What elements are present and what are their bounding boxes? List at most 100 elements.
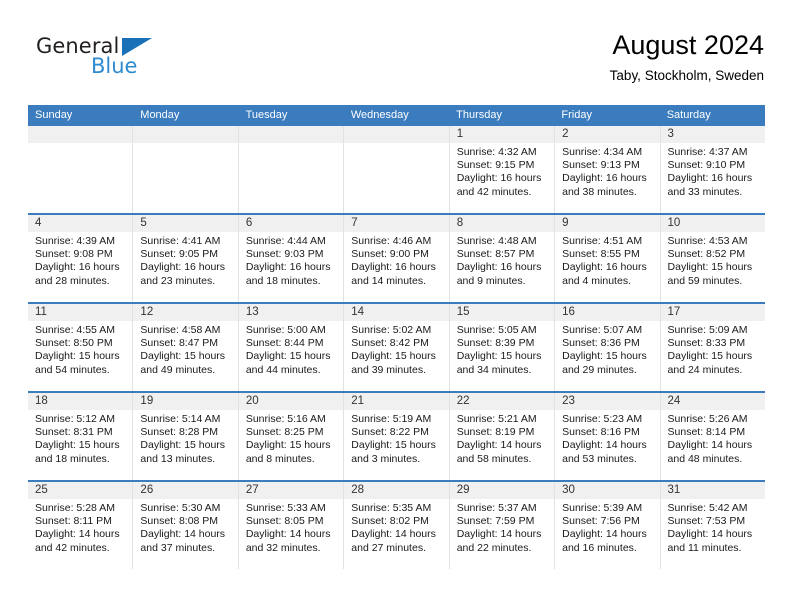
day-cell[interactable]: 27 Sunrise: 5:33 AM Sunset: 8:05 PM Dayl… (238, 482, 345, 569)
general-blue-logo[interactable]: General Blue (36, 34, 236, 92)
daylight-text-line1: Daylight: 14 hours (140, 528, 226, 541)
sunrise-text: Sunrise: 5:42 AM (667, 502, 748, 514)
day-number: 15 (449, 304, 555, 321)
daylight-text-line2: and 29 minutes. (562, 363, 637, 376)
daylight-text-line2: and 23 minutes. (140, 274, 216, 287)
day-cell[interactable]: 31 Sunrise: 5:42 AM Sunset: 7:53 PM Dayl… (660, 482, 765, 569)
day-cell[interactable]: 17 Sunrise: 5:09 AM Sunset: 8:33 PM Dayl… (660, 304, 765, 391)
day-cell[interactable]: 14 Sunrise: 5:02 AM Sunset: 8:42 PM Dayl… (344, 304, 450, 391)
day-number: 16 (555, 304, 660, 321)
daylight-text-line1: Daylight: 15 hours (351, 439, 436, 452)
day-cell[interactable]: 20 Sunrise: 5:16 AM Sunset: 8:25 PM Dayl… (238, 393, 345, 480)
daylight-text-line1: Daylight: 14 hours (351, 528, 436, 541)
day-cell[interactable]: 5 Sunrise: 4:41 AM Sunset: 9:05 PM Dayli… (133, 215, 239, 302)
day-cell[interactable]: 22 Sunrise: 5:21 AM Sunset: 8:19 PM Dayl… (449, 393, 556, 480)
day-cell[interactable]: 6 Sunrise: 4:44 AM Sunset: 9:03 PM Dayli… (238, 215, 345, 302)
day-cell[interactable]: 9 Sunrise: 4:51 AM Sunset: 8:55 PM Dayli… (555, 215, 661, 302)
sunset-text: Sunset: 8:55 PM (562, 248, 640, 261)
daylight-text-line1: Daylight: 15 hours (35, 439, 120, 452)
day-cell[interactable]: 19 Sunrise: 5:14 AM Sunset: 8:28 PM Dayl… (133, 393, 239, 480)
daylight-text-line2: and 48 minutes. (667, 452, 743, 465)
day-cell[interactable]: 15 Sunrise: 5:05 AM Sunset: 8:39 PM Dayl… (449, 304, 556, 391)
calendar-page: General Blue August 2024 Taby, Stockholm… (0, 0, 792, 612)
day-cell[interactable]: 24 Sunrise: 5:26 AM Sunset: 8:14 PM Dayl… (660, 393, 765, 480)
day-number: 20 (238, 393, 344, 410)
day-cell[interactable]: 2 Sunrise: 4:34 AM Sunset: 9:13 PM Dayli… (555, 126, 661, 213)
daylight-text-line2: and 18 minutes. (245, 274, 321, 287)
day-cell[interactable]: 29 Sunrise: 5:37 AM Sunset: 7:59 PM Dayl… (449, 482, 556, 569)
day-cell[interactable]: 4 Sunrise: 4:39 AM Sunset: 9:08 PM Dayli… (28, 215, 134, 302)
week-row: 1 Sunrise: 4:32 AM Sunset: 9:15 PM Dayli… (28, 126, 765, 213)
day-cell[interactable]: 26 Sunrise: 5:30 AM Sunset: 8:08 PM Dayl… (133, 482, 239, 569)
day-number: 25 (28, 482, 133, 499)
day-number: 6 (238, 215, 344, 232)
sunrise-text: Sunrise: 4:37 AM (667, 146, 748, 158)
sunrise-text: Sunrise: 5:19 AM (351, 413, 432, 425)
sunset-text: Sunset: 8:31 PM (35, 426, 113, 439)
sunset-text: Sunset: 7:59 PM (456, 515, 535, 528)
daylight-text-line2: and 11 minutes. (667, 541, 742, 554)
day-details: Sunrise: 5:35 AM Sunset: 8:02 PM Dayligh… (344, 499, 448, 555)
day-number: 21 (344, 393, 449, 410)
day-details: Sunrise: 4:37 AM Sunset: 9:10 PM Dayligh… (661, 143, 765, 199)
day-cell[interactable]: 21 Sunrise: 5:19 AM Sunset: 8:22 PM Dayl… (344, 393, 450, 480)
sunrise-text: Sunrise: 5:12 AM (35, 413, 115, 425)
sunrise-text: Sunrise: 4:55 AM (35, 324, 115, 336)
daylight-text-line1: Daylight: 15 hours (140, 350, 226, 363)
page-title: August 2024 (612, 30, 764, 60)
logo-text-blue: Blue (91, 54, 138, 78)
day-cell[interactable]: 8 Sunrise: 4:48 AM Sunset: 8:57 PM Dayli… (449, 215, 556, 302)
day-number: 24 (660, 393, 765, 410)
daylight-text-line2: and 18 minutes. (35, 452, 110, 465)
day-cell[interactable]: 28 Sunrise: 5:35 AM Sunset: 8:02 PM Dayl… (344, 482, 450, 569)
week-row: 11 Sunrise: 4:55 AM Sunset: 8:50 PM Dayl… (28, 302, 765, 391)
daylight-text-line1: Daylight: 16 hours (245, 261, 331, 274)
daylight-text-line2: and 13 minutes. (140, 452, 216, 465)
day-cell[interactable]: 7 Sunrise: 4:46 AM Sunset: 9:00 PM Dayli… (344, 215, 450, 302)
day-cell[interactable]: 18 Sunrise: 5:12 AM Sunset: 8:31 PM Dayl… (28, 393, 134, 480)
day-cell[interactable]: 25 Sunrise: 5:28 AM Sunset: 8:11 PM Dayl… (28, 482, 134, 569)
daylight-text-line2: and 39 minutes. (351, 363, 426, 376)
daylight-text-line2: and 58 minutes. (456, 452, 532, 465)
sunset-text: Sunset: 9:00 PM (351, 248, 429, 261)
sunrise-text: Sunrise: 5:30 AM (140, 502, 221, 514)
daylight-text-line1: Daylight: 15 hours (245, 439, 331, 452)
day-cell[interactable]: 16 Sunrise: 5:07 AM Sunset: 8:36 PM Dayl… (555, 304, 661, 391)
day-cell[interactable]: 23 Sunrise: 5:23 AM Sunset: 8:16 PM Dayl… (555, 393, 661, 480)
daylight-text-line2: and 24 minutes. (667, 363, 743, 376)
day-number: 23 (555, 393, 660, 410)
daylight-text-line1: Daylight: 14 hours (667, 439, 753, 452)
sunset-text: Sunset: 8:25 PM (245, 426, 324, 439)
sunset-text: Sunset: 8:28 PM (140, 426, 219, 439)
daylight-text-line1: Daylight: 16 hours (456, 172, 542, 185)
daylight-text-line1: Daylight: 14 hours (562, 439, 647, 452)
day-cell[interactable]: 3 Sunrise: 4:37 AM Sunset: 9:10 PM Dayli… (660, 126, 765, 213)
day-details: Sunrise: 5:23 AM Sunset: 8:16 PM Dayligh… (555, 410, 659, 466)
sunrise-text: Sunrise: 5:14 AM (140, 413, 221, 425)
daylight-text-line2: and 8 minutes. (245, 452, 315, 465)
daylight-text-line2: and 16 minutes. (562, 541, 637, 554)
sunset-text: Sunset: 9:05 PM (140, 248, 219, 261)
day-number: 11 (28, 304, 133, 321)
weekday-header-monday: Monday (140, 109, 180, 121)
day-cell[interactable]: 11 Sunrise: 4:55 AM Sunset: 8:50 PM Dayl… (28, 304, 134, 391)
day-cell[interactable]: 30 Sunrise: 5:39 AM Sunset: 7:56 PM Dayl… (555, 482, 661, 569)
day-details (28, 143, 132, 146)
sunset-text: Sunset: 8:44 PM (245, 337, 324, 350)
daylight-text-line1: Daylight: 16 hours (562, 172, 647, 185)
page-header: General Blue August 2024 Taby, Stockholm… (36, 28, 764, 100)
sunrise-text: Sunrise: 5:23 AM (562, 413, 643, 425)
daylight-text-line2: and 38 minutes. (562, 185, 637, 198)
day-cell[interactable]: 13 Sunrise: 5:00 AM Sunset: 8:44 PM Dayl… (238, 304, 345, 391)
sunrise-text: Sunrise: 5:39 AM (562, 502, 643, 514)
day-cell[interactable]: 10 Sunrise: 4:53 AM Sunset: 8:52 PM Dayl… (660, 215, 765, 302)
day-details: Sunrise: 4:48 AM Sunset: 8:57 PM Dayligh… (450, 232, 554, 288)
day-cell (344, 126, 450, 213)
day-number (133, 126, 238, 143)
day-cell[interactable]: 12 Sunrise: 4:58 AM Sunset: 8:47 PM Dayl… (133, 304, 239, 391)
daylight-text-line2: and 53 minutes. (562, 452, 637, 465)
day-details: Sunrise: 4:32 AM Sunset: 9:15 PM Dayligh… (450, 143, 554, 199)
day-cell[interactable]: 1 Sunrise: 4:32 AM Sunset: 9:15 PM Dayli… (449, 126, 556, 213)
day-number: 1 (449, 126, 555, 143)
sunrise-text: Sunrise: 5:07 AM (562, 324, 643, 336)
